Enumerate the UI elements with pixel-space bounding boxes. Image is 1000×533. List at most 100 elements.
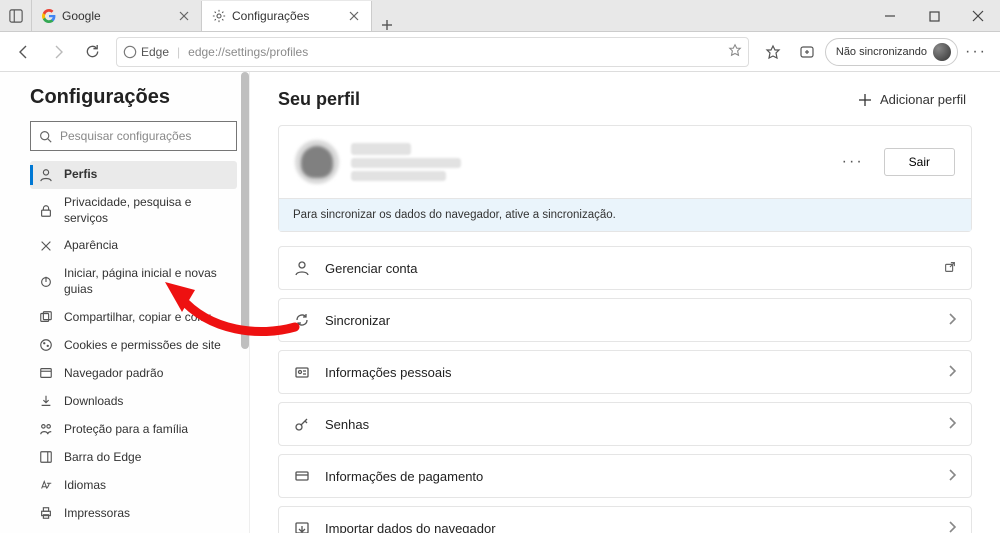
tab-google[interactable]: Google [32, 1, 202, 31]
profile-card: ··· Sair Para sincronizar os dados do na… [278, 125, 972, 232]
search-icon [39, 130, 52, 143]
sidebar-item-downloads[interactable]: Downloads [30, 387, 237, 415]
power-icon [38, 274, 54, 290]
forward-button[interactable] [42, 36, 74, 68]
scrollbar-thumb[interactable] [241, 72, 249, 349]
idcard-icon [293, 363, 311, 381]
lock-icon [38, 203, 54, 219]
sidebar-item-label: Navegador padrão [64, 366, 163, 382]
row-label: Senhas [325, 417, 933, 432]
collections-button[interactable] [791, 36, 823, 68]
edge-label-text: Edge [141, 45, 169, 59]
printer-icon [38, 505, 54, 521]
settings-sidebar: Configurações Perfis Privacidade, pesqui… [0, 72, 250, 533]
row-personal-info[interactable]: Informações pessoais [278, 350, 972, 394]
sidebar-item-family[interactable]: Proteção para a família [30, 415, 237, 443]
minimize-button[interactable] [868, 0, 912, 32]
page-title: Seu perfil [278, 89, 360, 110]
main-header: Seu perfil Adicionar perfil [278, 88, 972, 111]
sidebar-item-languages[interactable]: Idiomas [30, 471, 237, 499]
row-manage-account[interactable]: Gerenciar conta [278, 246, 972, 290]
chevron-right-icon [947, 313, 957, 328]
profile-header: ··· Sair [279, 126, 971, 198]
sidebar-item-printers[interactable]: Impressoras [30, 499, 237, 527]
tab-grid-icon [9, 9, 23, 23]
sidebar-item-startup[interactable]: Iniciar, página inicial e novas guias [30, 260, 237, 303]
site-identity[interactable]: Edge [123, 45, 169, 59]
sidebar-item-label: Impressoras [64, 506, 130, 522]
sidebar-item-appearance[interactable]: Aparência [30, 232, 237, 260]
content-area: Configurações Perfis Privacidade, pesqui… [0, 72, 1000, 533]
profile-sync-status[interactable]: Não sincronizando [825, 38, 958, 66]
sync-icon [293, 311, 311, 329]
edge-logo-icon [123, 45, 137, 59]
paint-icon [38, 238, 54, 254]
favorites-button[interactable] [757, 36, 789, 68]
gear-icon [212, 9, 226, 23]
close-icon[interactable] [345, 7, 363, 25]
sidebar-item-label: Aparência [64, 238, 118, 254]
tab-settings[interactable]: Configurações [202, 1, 372, 31]
card-icon [293, 467, 311, 485]
tab-actions-button[interactable] [0, 0, 32, 31]
sidebar-item-label: Downloads [64, 394, 123, 410]
new-tab-button[interactable] [372, 19, 402, 31]
download-icon [38, 393, 54, 409]
toolbar: Edge | edge://settings/profiles Não sinc… [0, 32, 1000, 72]
search-input[interactable] [58, 128, 228, 144]
row-label: Informações pessoais [325, 365, 933, 380]
plus-icon [858, 93, 872, 107]
sidebar-item-share[interactable]: Compartilhar, copiar e colar [30, 303, 237, 331]
address-bar[interactable]: Edge | edge://settings/profiles [116, 37, 749, 67]
profile-more-button[interactable]: ··· [836, 149, 870, 175]
sidebar-item-profiles[interactable]: Perfis [30, 161, 237, 189]
back-button[interactable] [8, 36, 40, 68]
cookie-icon [38, 337, 54, 353]
browser-icon [38, 365, 54, 381]
row-label: Importar dados do navegador [325, 521, 933, 533]
close-window-button[interactable] [956, 0, 1000, 32]
titlebar: Google Configurações [0, 0, 1000, 32]
chevron-right-icon [947, 521, 957, 533]
row-passwords[interactable]: Senhas [278, 402, 972, 446]
refresh-button[interactable] [76, 36, 108, 68]
tab-title: Configurações [232, 9, 339, 23]
sidebar-item-default-browser[interactable]: Navegador padrão [30, 359, 237, 387]
sidebar-scrollbar[interactable] [241, 72, 249, 533]
row-payment-info[interactable]: Informações de pagamento [278, 454, 972, 498]
row-import-data[interactable]: Importar dados do navegador [278, 506, 972, 533]
url-text: edge://settings/profiles [188, 45, 720, 59]
sidebar-item-edgebar[interactable]: Barra do Edge [30, 443, 237, 471]
logout-button[interactable]: Sair [884, 148, 955, 176]
row-label: Gerenciar conta [325, 261, 929, 276]
family-icon [38, 421, 54, 437]
profile-actions: ··· Sair [836, 148, 955, 176]
settings-nav: Perfis Privacidade, pesquisa e serviços … [30, 161, 237, 533]
add-profile-label: Adicionar perfil [880, 92, 966, 107]
chevron-right-icon [947, 365, 957, 380]
close-icon[interactable] [175, 7, 193, 25]
row-sync[interactable]: Sincronizar [278, 298, 972, 342]
import-icon [293, 519, 311, 533]
external-link-icon [943, 260, 957, 277]
sidebar-item-cookies[interactable]: Cookies e permissões de site [30, 331, 237, 359]
row-label: Sincronizar [325, 313, 933, 328]
profile-settings-list: Gerenciar conta Sincronizar Informações … [278, 246, 972, 533]
key-icon [293, 415, 311, 433]
user-icon [293, 259, 311, 277]
settings-main: Seu perfil Adicionar perfil ··· Sair Par… [250, 72, 1000, 533]
settings-search[interactable] [30, 121, 237, 151]
reading-mode-icon[interactable] [728, 43, 742, 60]
sidebar-item-system[interactable]: Sistema e desempenho [30, 527, 237, 533]
maximize-button[interactable] [912, 0, 956, 32]
add-profile-button[interactable]: Adicionar perfil [852, 88, 972, 111]
sidebar-item-label: Privacidade, pesquisa e serviços [64, 195, 229, 226]
sidebar-item-label: Cookies e permissões de site [64, 338, 221, 354]
separator: | [177, 45, 180, 59]
user-icon [38, 167, 54, 183]
sidebar-item-label: Compartilhar, copiar e colar [64, 310, 211, 326]
profile-avatar [295, 140, 339, 184]
avatar-icon [933, 43, 951, 61]
sidebar-item-privacy[interactable]: Privacidade, pesquisa e serviços [30, 189, 237, 232]
menu-button[interactable]: ··· [960, 36, 992, 68]
